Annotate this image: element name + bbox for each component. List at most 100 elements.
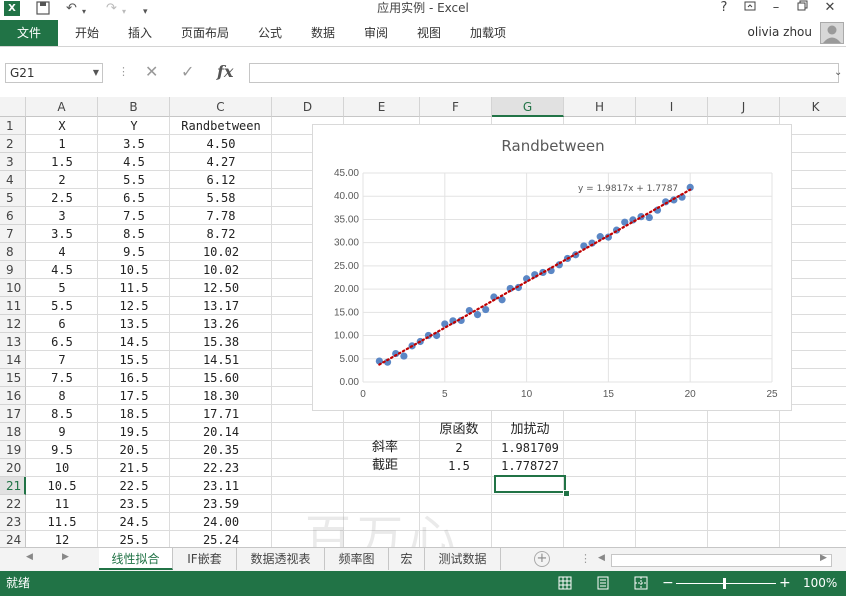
prev-sheet-icon[interactable]: ◀ <box>26 552 33 562</box>
scatter-chart[interactable]: Randbetween 0.00 5.00 10.00 15.00 20.00 25.00… <box>312 124 792 411</box>
row-header-8[interactable]: 8 <box>0 243 26 261</box>
column-header-a[interactable]: A <box>26 97 98 117</box>
header-cell-c[interactable]: Randbetween <box>170 117 272 135</box>
column-header-d[interactable]: D <box>272 97 344 117</box>
row-header-9[interactable]: 9 <box>0 261 26 279</box>
data-cell[interactable]: 25.5 <box>98 531 170 547</box>
column-header-h[interactable]: H <box>564 97 636 117</box>
header-cell-b[interactable]: Y <box>98 117 170 135</box>
zoom-level[interactable]: 100% <box>803 571 837 596</box>
row-header-18[interactable]: 18 <box>0 423 26 441</box>
zoom-out-button[interactable]: − <box>662 571 674 596</box>
data-cell[interactable]: 1 <box>26 135 98 153</box>
data-cell[interactable]: 7 <box>26 351 98 369</box>
data-cell[interactable]: 1.5 <box>26 153 98 171</box>
data-cell[interactable]: 23.5 <box>98 495 170 513</box>
help-button[interactable]: ? <box>712 0 736 16</box>
column-header-b[interactable]: B <box>98 97 170 117</box>
data-cell[interactable]: 20.35 <box>170 441 272 459</box>
sheet-tab-pivot[interactable]: 数据透视表 <box>237 548 325 570</box>
user-name[interactable]: olivia zhou <box>748 20 812 44</box>
data-cell[interactable]: 23.59 <box>170 495 272 513</box>
normal-view-icon[interactable] <box>558 576 572 590</box>
cell-g18[interactable]: 加扰动 <box>494 421 566 439</box>
data-cell[interactable]: 3.5 <box>98 135 170 153</box>
data-cell[interactable]: 4.5 <box>98 153 170 171</box>
data-cell[interactable]: 7.5 <box>98 207 170 225</box>
next-sheet-icon[interactable]: ▶ <box>62 552 69 562</box>
data-cell[interactable]: 5.5 <box>26 297 98 315</box>
data-cell[interactable]: 6.12 <box>170 171 272 189</box>
cell-f19[interactable]: 2 <box>423 439 495 457</box>
data-cell[interactable]: 3 <box>26 207 98 225</box>
close-button[interactable]: ✕ <box>818 0 842 16</box>
data-cell[interactable]: 17.71 <box>170 405 272 423</box>
sheet-tab-if-nested[interactable]: IF嵌套 <box>173 548 237 570</box>
cell-f18[interactable]: 原函数 <box>423 421 495 439</box>
data-cell[interactable]: 10 <box>26 459 98 477</box>
data-cell[interactable]: 5 <box>26 279 98 297</box>
data-cell[interactable]: 19.5 <box>98 423 170 441</box>
data-cell[interactable]: 7.78 <box>170 207 272 225</box>
tab-data[interactable]: 数据 <box>311 20 335 46</box>
data-cell[interactable]: 22.5 <box>98 477 170 495</box>
tab-page-layout[interactable]: 页面布局 <box>181 20 229 46</box>
row-header-22[interactable]: 22 <box>0 495 26 513</box>
row-header-5[interactable]: 5 <box>0 189 26 207</box>
restore-button[interactable] <box>790 0 814 16</box>
page-break-view-icon[interactable] <box>634 576 648 590</box>
sheet-tab-macro[interactable]: 宏 <box>389 548 425 570</box>
data-cell[interactable]: 24.5 <box>98 513 170 531</box>
insert-function-button[interactable]: fx <box>217 62 233 82</box>
data-cell[interactable]: 13.17 <box>170 297 272 315</box>
row-header-20[interactable]: 20 <box>0 459 26 477</box>
cell-g20[interactable]: 1.778727 <box>494 457 566 475</box>
column-header-j[interactable]: J <box>708 97 780 117</box>
header-cell-a[interactable]: X <box>26 117 98 135</box>
column-header-c[interactable]: C <box>170 97 272 117</box>
worksheet-grid[interactable]: ABCDEFGHIJK 1 2 3 4 5 6 7 8 9 10 11 12 13 14 15 16 17 18 1… <box>0 97 846 547</box>
data-cell[interactable]: 12.50 <box>170 279 272 297</box>
data-cell[interactable]: 11.5 <box>26 513 98 531</box>
data-cell[interactable]: 4.50 <box>170 135 272 153</box>
fill-handle[interactable] <box>563 490 570 497</box>
name-box[interactable]: G21 ▼ <box>5 63 103 83</box>
tab-review[interactable]: 审阅 <box>364 20 388 46</box>
data-cell[interactable]: 18.30 <box>170 387 272 405</box>
data-cell[interactable]: 15.38 <box>170 333 272 351</box>
row-header-23[interactable]: 23 <box>0 513 26 531</box>
data-cell[interactable]: 5.58 <box>170 189 272 207</box>
tab-home[interactable]: 开始 <box>75 20 99 46</box>
data-cell[interactable]: 9.5 <box>98 243 170 261</box>
row-header-17[interactable]: 17 <box>0 405 26 423</box>
row-header-1[interactable]: 1 <box>0 117 26 135</box>
data-cell[interactable]: 7.5 <box>26 369 98 387</box>
row-header-7[interactable]: 7 <box>0 225 26 243</box>
data-cell[interactable]: 6 <box>26 315 98 333</box>
data-cell[interactable]: 4 <box>26 243 98 261</box>
data-cell[interactable]: 16.5 <box>98 369 170 387</box>
avatar[interactable] <box>820 22 844 44</box>
row-header-6[interactable]: 6 <box>0 207 26 225</box>
row-header-2[interactable]: 2 <box>0 135 26 153</box>
data-cell[interactable]: 10.5 <box>26 477 98 495</box>
expand-formula-icon[interactable]: ⌄ <box>834 67 842 78</box>
column-header-e[interactable]: E <box>344 97 420 117</box>
column-header-k[interactable]: K <box>780 97 846 117</box>
sheet-tab-linear-fit[interactable]: 线性拟合 <box>99 548 173 570</box>
zoom-slider[interactable] <box>676 583 776 584</box>
sheet-tab-test-data[interactable]: 测试数据 <box>425 548 501 570</box>
column-header-f[interactable]: F <box>420 97 492 117</box>
trendline-equation[interactable]: y = 1.9817x + 1.7787 <box>578 184 678 194</box>
page-layout-view-icon[interactable] <box>596 576 610 590</box>
row-header-12[interactable]: 12 <box>0 315 26 333</box>
cell-e20[interactable]: 截距 <box>347 457 423 475</box>
data-cell[interactable]: 14.5 <box>98 333 170 351</box>
data-cell[interactable]: 8.5 <box>98 225 170 243</box>
sheet-tab-frequency[interactable]: 频率图 <box>325 548 389 570</box>
select-all-corner[interactable] <box>0 97 26 117</box>
data-cell[interactable]: 15.5 <box>98 351 170 369</box>
cell-g19[interactable]: 1.981709 <box>494 439 566 457</box>
row-header-19[interactable]: 19 <box>0 441 26 459</box>
data-cell[interactable]: 10.02 <box>170 261 272 279</box>
